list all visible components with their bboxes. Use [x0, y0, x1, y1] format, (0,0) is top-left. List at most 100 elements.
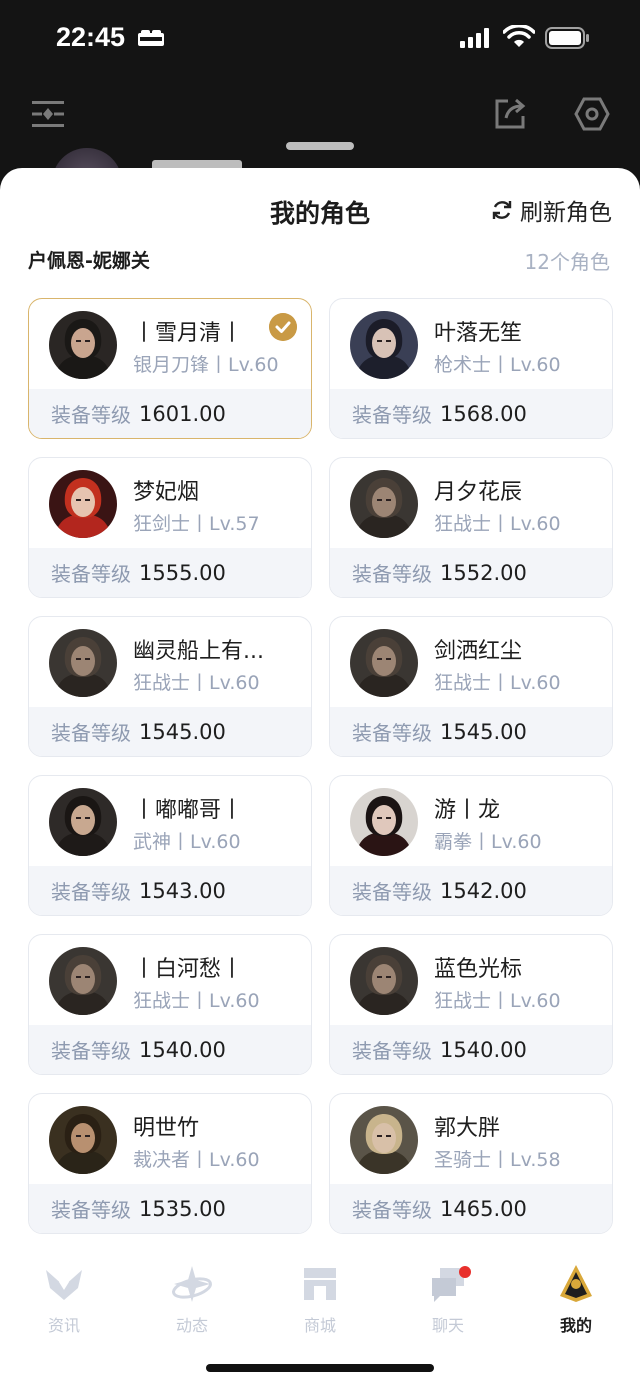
gear-score-value: 1555.00: [139, 560, 226, 585]
filter-menu-icon[interactable]: [30, 98, 66, 130]
refresh-characters-button[interactable]: 刷新角色: [490, 194, 612, 226]
gear-score-row: 装备等级 1568.00: [330, 389, 612, 438]
avatar: [350, 1106, 418, 1174]
news-icon: [46, 1270, 82, 1300]
character-class-level: 狂战士丨Lv.60: [434, 513, 561, 535]
character-name: 明世竹: [133, 1116, 200, 1141]
character-class-level: 狂战士丨Lv.60: [133, 672, 260, 694]
character-card[interactable]: 丨雪月清丨银月刀锋丨Lv.60 装备等级 1601.00: [28, 298, 312, 439]
avatar: [49, 470, 117, 538]
shop-icon: [304, 1268, 336, 1300]
gear-score-value: 1601.00: [139, 401, 226, 426]
character-class-level: 圣骑士丨Lv.58: [434, 1149, 561, 1171]
share-icon[interactable]: [494, 96, 528, 130]
character-name: 梦妃烟: [133, 480, 200, 505]
gear-score-row: 装备等级 1555.00: [29, 548, 311, 597]
gear-score-label: 装备等级: [352, 403, 432, 427]
gear-score-row: 装备等级 1535.00: [29, 1184, 311, 1233]
tab-shop[interactable]: 商城: [256, 1262, 384, 1336]
avatar: [350, 311, 418, 379]
gear-score-label: 装备等级: [352, 721, 432, 745]
gear-score-row: 装备等级 1465.00: [330, 1184, 612, 1233]
character-card[interactable]: 蓝色光标 狂战士丨Lv.60 装备等级 1540.00: [329, 934, 613, 1075]
character-card[interactable]: 叶落无笙 枪术士丨Lv.60 装备等级 1568.00: [329, 298, 613, 439]
chat-unread-badge: [459, 1266, 471, 1278]
gear-score-row: 装备等级 1543.00: [29, 866, 311, 915]
sheet-drag-handle[interactable]: [286, 142, 354, 150]
character-card[interactable]: 月夕花辰 狂战士丨Lv.60 装备等级 1552.00: [329, 457, 613, 598]
gear-score-label: 装备等级: [51, 880, 131, 904]
character-card[interactable]: 丨嘟嘟哥丨 武神丨Lv.60 装备等级 1543.00: [28, 775, 312, 916]
gear-score-row: 装备等级 1545.00: [330, 707, 612, 756]
character-name: 郭大胖: [434, 1116, 501, 1141]
character-class-level: 狂战士丨Lv.60: [133, 990, 260, 1012]
character-card[interactable]: 游丨龙霸拳丨Lv.60 装备等级 1542.00: [329, 775, 613, 916]
character-class-level: 狂剑士丨Lv.57: [133, 513, 260, 535]
tab-feed[interactable]: 动态: [128, 1262, 256, 1336]
character-card[interactable]: 梦妃烟狂剑士丨Lv.57 装备等级 1555.00: [28, 457, 312, 598]
gear-score-label: 装备等级: [51, 1198, 131, 1222]
character-name: 幽灵船上有...: [133, 639, 264, 664]
character-card[interactable]: 剑洒红尘 狂战士丨Lv.60 装备等级 1545.00: [329, 616, 613, 757]
gear-score-row: 装备等级 1542.00: [330, 866, 612, 915]
gear-score-label: 装备等级: [51, 721, 131, 745]
feed-icon: [172, 1266, 212, 1302]
tab-profile[interactable]: 我的: [512, 1262, 640, 1336]
my-characters-sheet: 我的角色 刷新角色 户佩恩-妮娜关 12个角色 丨雪月清丨 银月刀锋丨Lv.60 装…: [0, 168, 640, 1384]
character-name: 叶落无笙: [434, 321, 523, 346]
character-class-level: 银月刀锋丨Lv.60: [133, 354, 279, 376]
gear-score-value: 1545.00: [139, 719, 226, 744]
avatar: [49, 947, 117, 1015]
settings-hexagon-icon[interactable]: [574, 96, 610, 132]
gear-score-label: 装备等级: [352, 880, 432, 904]
avatar: [350, 788, 418, 856]
status-time: 22:45: [56, 22, 126, 52]
status-bar: 22:45: [0, 0, 640, 78]
tab-news-label: 资讯: [47, 1316, 80, 1335]
character-name: 游丨龙: [434, 798, 501, 823]
character-class-level: 狂战士丨Lv.60: [434, 672, 561, 694]
sleep-mode-icon: [138, 30, 164, 46]
gear-score-label: 装备等级: [51, 1039, 131, 1063]
character-grid: 丨雪月清丨 银月刀锋丨Lv.60 装备等级 1601.00 叶落无笙 枪术士丨Lv.60 装…: [28, 298, 613, 1234]
gear-score-label: 装备等级: [51, 403, 131, 427]
character-card[interactable]: 郭大胖圣骑士丨Lv.58 装备等级 1465.00: [329, 1093, 613, 1234]
top-header: [0, 78, 640, 188]
tab-feed-label: 动态: [175, 1316, 208, 1335]
gear-score-row: 装备等级 1601.00: [29, 389, 311, 438]
character-class-level: 武神丨Lv.60: [133, 831, 241, 853]
character-class-level: 霸拳丨Lv.60: [434, 831, 542, 853]
avatar: [49, 311, 117, 379]
tab-news[interactable]: 资讯: [0, 1262, 128, 1336]
character-class-level: 裁决者丨Lv.60: [133, 1149, 260, 1171]
refresh-label: 刷新角色: [520, 200, 612, 226]
character-name: 丨白河愁丨: [133, 957, 244, 982]
gear-score-value: 1542.00: [440, 878, 527, 903]
tab-chat[interactable]: 聊天: [384, 1262, 512, 1336]
gear-score-label: 装备等级: [51, 562, 131, 586]
gear-score-value: 1465.00: [440, 1196, 527, 1221]
refresh-icon: [492, 201, 512, 219]
character-count: 12个角色: [524, 250, 610, 274]
cellular-signal-icon: [460, 28, 489, 48]
profile-icon: [560, 1265, 592, 1302]
character-card[interactable]: 幽灵船上有... 狂战士丨Lv.60 装备等级 1545.00: [28, 616, 312, 757]
character-name: 丨雪月清丨: [133, 321, 244, 346]
avatar: [49, 788, 117, 856]
gear-score-value: 1568.00: [440, 401, 527, 426]
gear-score-label: 装备等级: [352, 1039, 432, 1063]
gear-score-value: 1540.00: [440, 1037, 527, 1062]
gear-score-row: 装备等级 1540.00: [29, 1025, 311, 1074]
battery-icon: [545, 27, 589, 49]
server-name: 户佩恩-妮娜关: [28, 250, 150, 272]
gear-score-row: 装备等级 1540.00: [330, 1025, 612, 1074]
avatar: [350, 470, 418, 538]
character-card[interactable]: 丨白河愁丨狂战士丨Lv.60 装备等级 1540.00: [28, 934, 312, 1075]
gear-score-value: 1540.00: [139, 1037, 226, 1062]
tab-shop-label: 商城: [303, 1316, 336, 1335]
character-card[interactable]: 明世竹裁决者丨Lv.60 装备等级 1535.00: [28, 1093, 312, 1234]
home-indicator: [206, 1364, 434, 1372]
avatar: [350, 947, 418, 1015]
gear-score-row: 装备等级 1552.00: [330, 548, 612, 597]
gear-score-value: 1543.00: [139, 878, 226, 903]
